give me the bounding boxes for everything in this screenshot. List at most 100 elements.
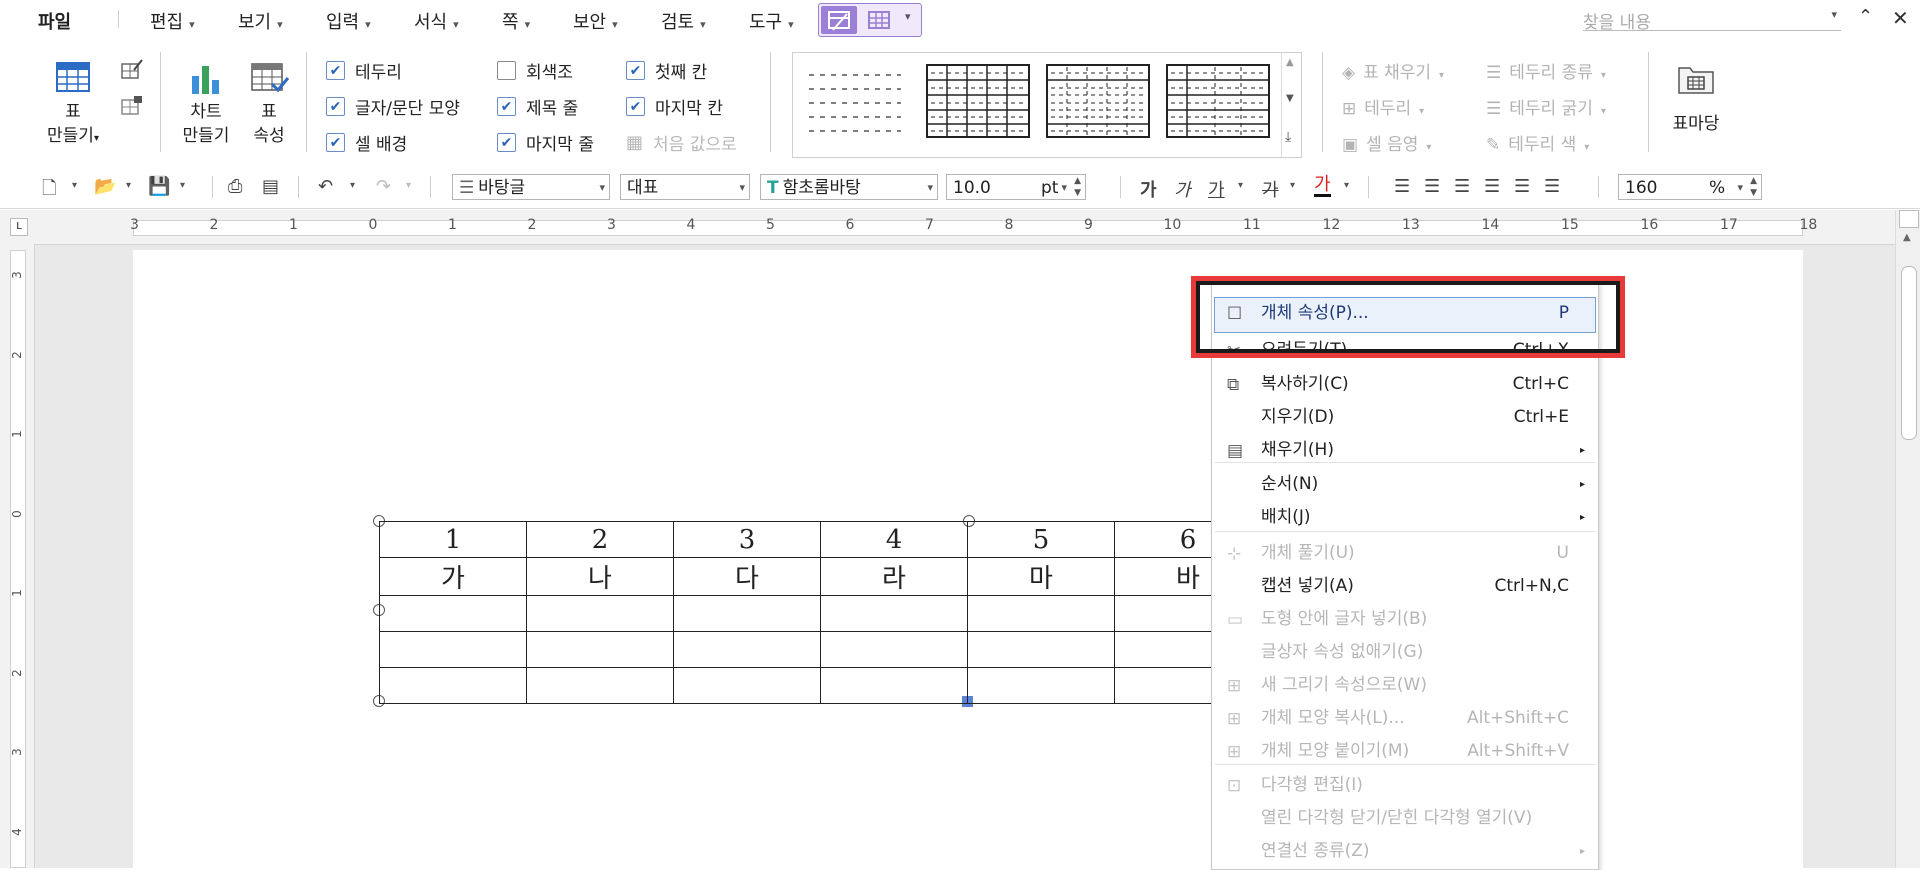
italic-button[interactable]: 가 <box>1174 176 1191 202</box>
align-center-icon[interactable]: ☰ <box>1454 176 1470 197</box>
border-type-button[interactable]: ☰ 테두리 종류 ▾ <box>1486 58 1606 83</box>
table-style-gallery[interactable]: ▲ ▼ ⤓ <box>792 52 1302 158</box>
font-color-button[interactable]: 가 <box>1314 176 1331 197</box>
table-fill-button[interactable]: ◈ 표 채우기 ▾ <box>1342 58 1444 83</box>
checkbox-grayscale[interactable]: 회색조 <box>497 58 573 83</box>
table-cell[interactable] <box>967 667 1115 704</box>
context-menu-item[interactable]: 글상자 속성 없애기(G) <box>1211 636 1597 669</box>
align-right-icon[interactable]: ☰ <box>1484 176 1500 197</box>
checkbox-last-col[interactable]: ✔ 마지막 칸 <box>626 94 723 119</box>
context-menu-item[interactable]: 지우기(D) Ctrl+E <box>1211 401 1597 434</box>
chevron-down-icon[interactable]: ▾ <box>905 10 911 23</box>
align-distribute-icon[interactable]: ☰ <box>1514 176 1530 197</box>
print-icon[interactable]: ⎙ <box>228 176 242 197</box>
table-cell[interactable]: 1 <box>379 521 527 558</box>
font-select[interactable]: T 함초롬바탕 ▾ <box>760 174 938 200</box>
table-cell[interactable] <box>673 667 821 704</box>
cell-shade-button[interactable]: ▣ 셀 음영 ▾ <box>1342 130 1431 155</box>
table-cell[interactable] <box>967 595 1115 632</box>
context-menu-item[interactable]: ⊡ 다각형 편집(I) <box>1211 769 1597 802</box>
table-properties-button[interactable]: 표 속성 <box>244 58 294 158</box>
menu-security[interactable]: 보안 ▾ <box>573 8 618 34</box>
strikethrough-button[interactable]: 가 <box>1262 176 1279 202</box>
font-size-input[interactable]: 10.0 pt ▾ ▲ ▼ <box>946 174 1086 200</box>
table-cell[interactable] <box>379 631 527 668</box>
vertical-scrollbar[interactable]: ▲ <box>1895 210 1920 868</box>
menu-view[interactable]: 보기 ▾ <box>238 8 283 34</box>
menu-review[interactable]: 검토 ▾ <box>661 8 706 34</box>
context-menu-item[interactable]: 캡션 넣기(A) Ctrl+N,C <box>1211 570 1597 603</box>
table-cell[interactable]: 3 <box>673 521 821 558</box>
table-style-2[interactable] <box>925 63 1031 141</box>
table-draw-icon[interactable] <box>120 58 144 82</box>
search-input[interactable]: 찾을 내용 ▾ <box>1583 8 1841 33</box>
context-menu-item[interactable]: ⊹ 개체 풀기(U) U <box>1211 537 1597 570</box>
border-color-button[interactable]: ✎ 테두리 색 ▾ <box>1486 130 1589 155</box>
new-doc-icon[interactable]: 🗋 <box>42 176 56 206</box>
table-cell[interactable] <box>820 667 968 704</box>
table-cell[interactable] <box>820 595 968 632</box>
table-cell[interactable] <box>673 631 821 668</box>
table-cell[interactable] <box>526 667 674 704</box>
table-cell[interactable] <box>526 631 674 668</box>
context-menu-item[interactable]: 연결선 종류(Z) ▸ <box>1211 835 1597 868</box>
checkbox-border[interactable]: ✔ 테두리 <box>326 58 402 83</box>
zoom-input[interactable]: 160% ▾ ▲ ▼ <box>1618 174 1762 200</box>
menu-page[interactable]: 쪽 ▾ <box>502 8 530 34</box>
context-menu-item[interactable]: 열린 다각형 닫기/닫힌 다각형 열기(V) <box>1211 802 1597 835</box>
table-layout-tab[interactable] <box>861 6 897 34</box>
table-cell[interactable]: 가 <box>379 557 527 596</box>
table-design-tab[interactable] <box>821 6 857 34</box>
context-menu-item[interactable]: ⊞ 새 그리기 속성으로(W) <box>1211 669 1597 702</box>
scroll-up-icon[interactable]: ▲ <box>1903 232 1911 243</box>
table-madang-button[interactable]: 표마당 <box>1662 58 1730 158</box>
close-icon[interactable]: ✕ <box>1892 6 1909 30</box>
menu-file[interactable]: 파일 <box>38 8 71 34</box>
checkbox-char-para-shape[interactable]: ✔ 글자/문단 모양 <box>326 94 460 119</box>
checkbox-header-row[interactable]: ✔ 제목 줄 <box>497 94 578 119</box>
border-button[interactable]: ⊞ 테두리 ▾ <box>1342 94 1424 119</box>
menu-insert[interactable]: 입력 ▾ <box>326 8 371 34</box>
checkbox-cell-bg[interactable]: ✔ 셀 배경 <box>326 130 407 155</box>
document-table[interactable]: 123456가나다라마바 <box>379 521 1261 704</box>
table-cell[interactable]: 나 <box>526 557 674 596</box>
context-menu-item[interactable]: 순서(N) ▸ <box>1211 468 1597 501</box>
context-menu-item[interactable]: 배치(J) ▸ <box>1211 501 1597 534</box>
preview-icon[interactable]: ▤ <box>262 176 279 197</box>
table-cell[interactable] <box>379 595 527 632</box>
underline-button[interactable]: 가 <box>1208 176 1225 202</box>
table-cell[interactable]: 5 <box>967 521 1115 558</box>
align-divide-icon[interactable]: ☰ <box>1544 176 1560 197</box>
align-justify-icon[interactable]: ☰ <box>1394 176 1410 197</box>
collapse-ribbon-icon[interactable]: ⌃ <box>1858 6 1873 27</box>
checkbox-last-row[interactable]: ✔ 마지막 줄 <box>497 130 594 155</box>
undo-icon[interactable]: ↶ <box>318 176 333 197</box>
redo-icon[interactable]: ↷ <box>376 176 391 197</box>
table-cell[interactable]: 라 <box>820 557 968 596</box>
table-cell[interactable]: 마 <box>967 557 1115 596</box>
table-cell[interactable] <box>379 667 527 704</box>
table-style-4[interactable] <box>1165 63 1271 141</box>
context-menu-item[interactable]: ⧉ 복사하기(C) Ctrl+C <box>1211 368 1597 401</box>
table-style-1[interactable] <box>807 67 903 139</box>
menu-edit[interactable]: 편집 ▾ <box>150 8 195 34</box>
make-chart-button[interactable]: 차트 만들기 <box>176 58 236 158</box>
table-cell[interactable]: 다 <box>673 557 821 596</box>
table-cell[interactable] <box>967 631 1115 668</box>
para-style-select[interactable]: ☰ 바탕글 ▾ <box>452 174 610 200</box>
table-cell[interactable]: 2 <box>526 521 674 558</box>
split-button[interactable] <box>1899 210 1919 228</box>
save-icon[interactable]: 💾 <box>148 176 170 197</box>
gallery-scroll[interactable]: ▲ ▼ ⤓ <box>1281 53 1300 157</box>
menu-format[interactable]: 서식 ▾ <box>414 8 459 34</box>
tab-type-button[interactable]: L <box>10 218 28 236</box>
table-cell[interactable]: 4 <box>820 521 968 558</box>
context-menu-item[interactable]: ▭ 도형 안에 글자 넣기(B) <box>1211 603 1597 636</box>
make-table-button[interactable]: 표 만들기▾ <box>40 58 106 158</box>
table-erase-icon[interactable] <box>120 94 144 118</box>
align-left-icon[interactable]: ☰ <box>1424 176 1440 197</box>
border-width-button[interactable]: ☰ 테두리 굵기 ▾ <box>1486 94 1606 119</box>
open-icon[interactable]: 📂 <box>94 176 116 197</box>
context-menu-item[interactable]: ⊞ 개체 모양 복사(L)... Alt+Shift+C <box>1211 702 1597 735</box>
language-select[interactable]: 대표 ▾ <box>620 174 750 200</box>
